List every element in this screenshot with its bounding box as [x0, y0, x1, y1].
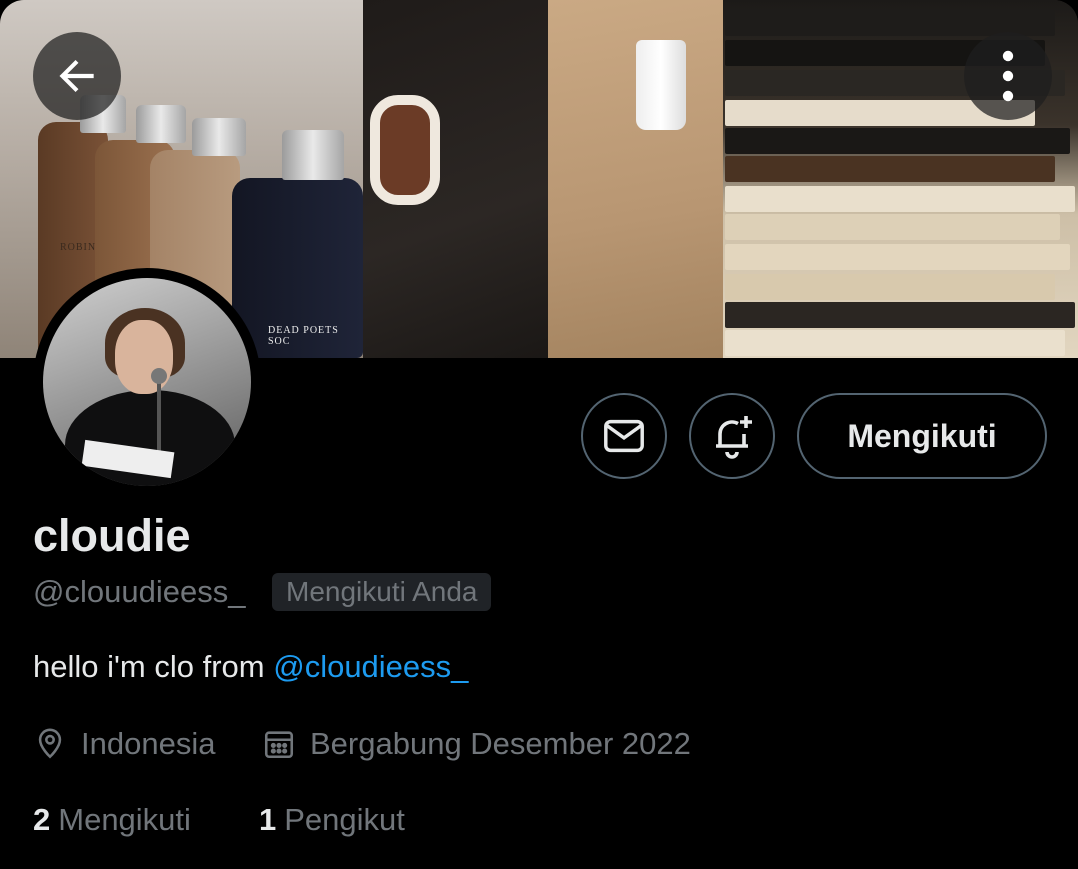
mail-icon	[604, 419, 644, 453]
calendar-icon	[264, 731, 294, 759]
more-vertical-icon	[1002, 50, 1014, 102]
bottle-cap	[136, 105, 186, 143]
more-options-button[interactable]	[964, 32, 1052, 120]
arrow-left-icon	[59, 59, 94, 93]
join-date: Bergabung Desember 2022	[262, 724, 691, 764]
username-handle: @clouudieess_	[33, 574, 246, 609]
microphone	[151, 368, 167, 384]
following-count-link[interactable]: 2 Mengikuti	[33, 802, 191, 838]
bio-mention-link[interactable]: @cloudieess_	[273, 649, 468, 684]
book	[725, 302, 1075, 328]
location: Indonesia	[33, 724, 215, 764]
avatar-face	[115, 320, 173, 394]
handbag	[370, 95, 440, 205]
followers-count: 1	[259, 802, 277, 837]
bell-plus-icon	[716, 416, 752, 459]
book	[725, 156, 1055, 182]
avatar[interactable]	[33, 268, 261, 496]
message-button[interactable]	[581, 393, 667, 479]
following-label: Mengikuti	[58, 802, 191, 837]
book	[725, 274, 1055, 300]
book	[725, 186, 1075, 212]
bio-text: hello i'm clo from	[33, 649, 274, 684]
bottle-cap	[282, 130, 344, 180]
following-button[interactable]: Mengikuti	[797, 393, 1047, 479]
bottle-cap	[192, 118, 246, 156]
bottle-label-small: ROBIN	[60, 242, 97, 253]
display-name: cloudie	[33, 510, 191, 561]
back-button[interactable]	[33, 32, 121, 120]
notifications-button[interactable]	[689, 393, 775, 479]
coffee-cup	[636, 40, 686, 130]
book	[725, 330, 1065, 356]
book	[725, 214, 1060, 240]
bio: hello i'm clo from @cloudieess_	[33, 649, 468, 685]
book	[725, 244, 1070, 270]
location-text: Indonesia	[81, 726, 216, 761]
followers-count-link[interactable]: 1 Pengikut	[259, 802, 405, 838]
avatar-image	[43, 278, 251, 486]
following-count: 2	[33, 802, 51, 837]
location-pin-icon	[38, 728, 62, 759]
follows-you-badge: Mengikuti Anda	[272, 573, 492, 611]
join-date-text: Bergabung Desember 2022	[310, 726, 691, 761]
book	[725, 128, 1070, 154]
followers-label: Pengikut	[284, 802, 405, 837]
bottle-label: DEAD POETS SOC	[268, 325, 339, 347]
